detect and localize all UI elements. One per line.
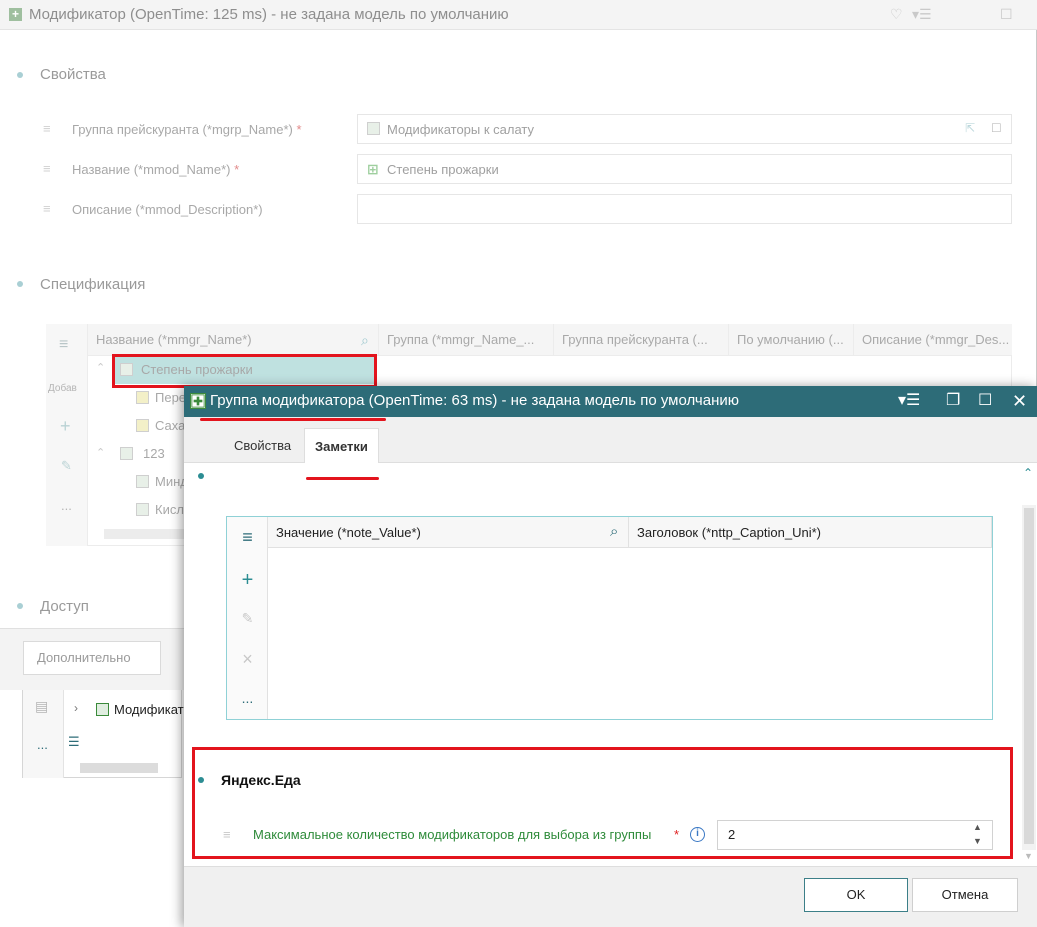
dialog-scrollbar-thumb[interactable] [1024, 508, 1034, 844]
underlying-item-label[interactable]: Модификат [114, 702, 184, 717]
price-group-value: Модификаторы к салату [387, 122, 535, 137]
collapse-chevron-icon[interactable]: ⌃ [1023, 466, 1033, 480]
close-icon[interactable]: ✕ [1012, 391, 1027, 411]
tree-row-label: Саха [155, 418, 186, 433]
item-icon [136, 391, 149, 404]
item-icon [136, 475, 149, 488]
grid-add-icon[interactable]: + [60, 416, 71, 437]
document-icon[interactable]: ▤ [35, 698, 48, 715]
highlight-underline-title [200, 418, 386, 421]
tree-row-label: Минд [155, 474, 188, 489]
scroll-down-icon[interactable]: ▼ [1024, 851, 1033, 861]
item-icon [136, 419, 149, 432]
underlying-more-icon[interactable]: ... [37, 737, 48, 752]
section-access[interactable]: Доступ [40, 598, 89, 615]
notes-delete-icon[interactable]: × [227, 649, 268, 670]
highlight-box-selected-row [112, 354, 377, 388]
notes-edit-icon[interactable]: ✎ [227, 610, 268, 627]
grid-edit-icon[interactable]: ✎ [61, 458, 72, 474]
dialog-title: Группа модификатора (OpenTime: 63 ms) - … [210, 392, 739, 409]
heart-icon[interactable]: ♡ [890, 6, 903, 23]
tree-row-label: Кисл [155, 502, 184, 517]
grid-more-icon[interactable]: ... [61, 498, 72, 513]
list-lines-icon[interactable]: ☰ [68, 734, 80, 750]
section-bullet [198, 473, 204, 479]
highlight-box-yandex-section [192, 747, 1013, 859]
modifier-icon: + [9, 8, 22, 21]
grid-column-group[interactable]: Группа (*mmgr_Name_... [379, 324, 554, 356]
ok-button[interactable]: OK [804, 878, 908, 912]
search-icon[interactable]: ⌕ [361, 332, 369, 349]
grid-column-name[interactable]: Название (*mmgr_Name*) [88, 324, 379, 356]
drag-handle-icon: ≡ [43, 201, 51, 216]
grid-add-label: Добав [48, 383, 77, 394]
dialog-menu-icon[interactable]: ▾☰ [898, 391, 920, 411]
expand-chevron-icon[interactable]: ⌃ [96, 446, 105, 459]
plus-square-icon: ⊞ [367, 161, 379, 177]
maximize-icon[interactable]: ☐ [1000, 6, 1013, 23]
item-icon [136, 503, 149, 516]
drag-handle-icon: ≡ [43, 121, 51, 136]
field-label-price-group: Группа прейскуранта (*mgrp_Name*) * [72, 122, 302, 137]
section-bullet [17, 72, 23, 78]
grid-scrollbar[interactable] [104, 529, 184, 539]
tree-row-label: Пере [155, 390, 187, 405]
underlying-scrollbar[interactable] [80, 763, 158, 773]
notes-menu-icon[interactable]: ≡ [227, 527, 268, 548]
grid-column-description[interactable]: Описание (*mmgr_Des... [854, 324, 1012, 356]
section-specification[interactable]: Спецификация [40, 276, 145, 293]
tab-notes[interactable]: Заметки [304, 428, 379, 463]
section-properties[interactable]: Свойства [40, 66, 106, 83]
highlight-underline-notes-tab [306, 477, 379, 480]
select-box-icon[interactable]: ☐ [991, 121, 1002, 135]
tree-row-label: 123 [143, 446, 165, 461]
notes-column-value[interactable]: Значение (*note_Value*) [268, 517, 629, 548]
group-icon [120, 447, 133, 460]
expand-chevron-icon[interactable]: ⌃ [96, 361, 105, 374]
cancel-button[interactable]: Отмена [912, 878, 1018, 912]
grid-column-price-group[interactable]: Группа прейскуранта (... [554, 324, 729, 356]
drag-handle-icon: ≡ [43, 161, 51, 176]
grid-menu-icon[interactable]: ≡ [59, 336, 68, 354]
group-icon [96, 703, 109, 716]
open-link-icon[interactable]: ⇱ [965, 121, 975, 135]
background-window-title: Модификатор (OpenTime: 125 ms) - не зада… [29, 6, 509, 23]
notes-add-icon[interactable]: + [227, 569, 268, 592]
maximize-icon[interactable]: ☐ [978, 391, 992, 411]
chevron-right-icon[interactable]: › [74, 701, 78, 715]
grid-column-default[interactable]: По умолчанию (... [729, 324, 854, 356]
menu-lines-icon[interactable]: ▾☰ [912, 6, 932, 23]
name-value: Степень прожарки [387, 162, 499, 177]
notes-column-caption[interactable]: Заголовок (*nttp_Caption_Uni*) [629, 517, 992, 548]
folder-icon [367, 122, 380, 135]
section-bullet [17, 603, 23, 609]
section-bullet [17, 281, 23, 287]
modifier-group-icon [190, 393, 206, 409]
additional-button[interactable]: Дополнительно [23, 641, 161, 675]
notes-more-icon[interactable]: ... [227, 690, 268, 706]
tab-properties[interactable]: Свойства [224, 428, 301, 463]
field-label-description: Описание (*mmod_Description*) [72, 202, 263, 217]
dialog-footer [184, 866, 1037, 927]
search-icon[interactable]: ⌕ [610, 523, 618, 540]
field-label-name: Название (*mmod_Name*) * [72, 162, 240, 177]
description-field[interactable] [357, 194, 1012, 224]
restore-icon[interactable]: ❐ [946, 391, 960, 411]
